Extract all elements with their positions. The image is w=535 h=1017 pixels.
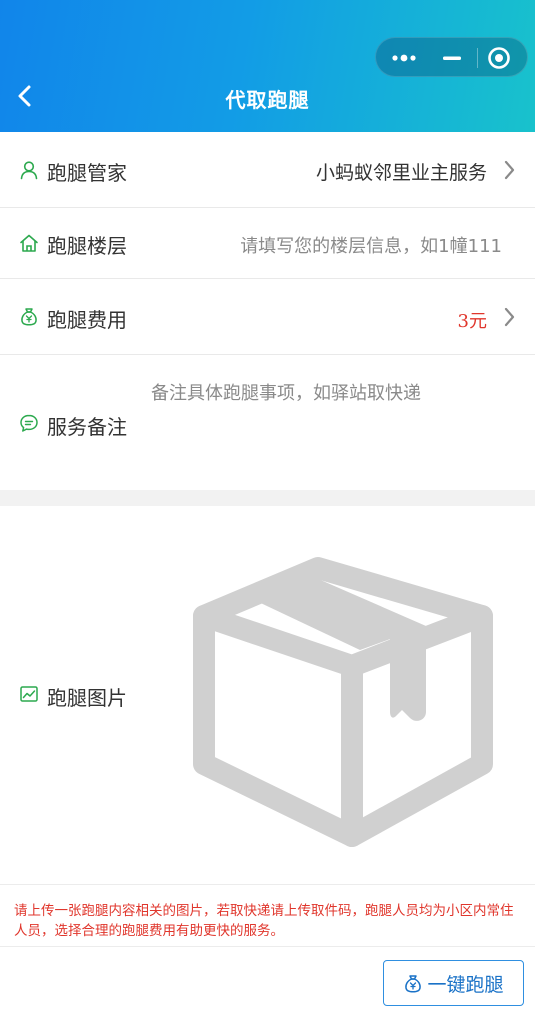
chat-bubble-icon bbox=[20, 414, 38, 432]
capsule-divider bbox=[477, 48, 478, 68]
money-bag-icon bbox=[21, 308, 37, 326]
home-icon bbox=[20, 234, 38, 252]
remark-textarea-placeholder: 备注具体跑腿事项，如驿站取快递 bbox=[151, 383, 421, 404]
nav-header: 代取跑腿 bbox=[0, 0, 535, 132]
floor-input-placeholder: 请填写您的楼层信息，如1幢111 bbox=[240, 236, 502, 257]
target-icon[interactable] bbox=[487, 46, 511, 70]
manager-label: 跑腿管家 bbox=[47, 161, 127, 185]
person-icon bbox=[20, 161, 38, 180]
remark-label: 服务备注 bbox=[47, 415, 127, 439]
floor-input[interactable]: 请填写您的楼层信息，如1幢111 bbox=[180, 222, 508, 264]
fee-label: 跑腿费用 bbox=[47, 308, 127, 332]
photo-label: 跑腿图片 bbox=[47, 686, 127, 710]
fee-row[interactable]: 跑腿费用 3元 bbox=[0, 279, 535, 355]
section-divider bbox=[0, 490, 535, 506]
chevron-right-icon bbox=[504, 160, 515, 180]
floor-label: 跑腿楼层 bbox=[47, 234, 127, 258]
fee-value: 3元 bbox=[457, 311, 487, 332]
one-click-errand-button[interactable]: 一键跑腿 bbox=[383, 960, 524, 1006]
chevron-right-icon bbox=[504, 307, 515, 327]
chart-icon bbox=[20, 686, 38, 702]
page-title: 代取跑腿 bbox=[225, 88, 310, 112]
minimize-icon[interactable] bbox=[441, 49, 463, 67]
manager-value: 小蚂蚁邻里业主服务 bbox=[315, 162, 487, 184]
mini-program-capsule bbox=[375, 37, 528, 77]
more-dots-icon[interactable] bbox=[390, 49, 418, 67]
one-click-errand-label: 一键跑腿 bbox=[427, 973, 504, 996]
remark-textarea[interactable]: 备注具体跑腿事项，如驿站取快递 bbox=[140, 369, 520, 479]
floor-row: 跑腿楼层 请填写您的楼层信息，如1幢111 bbox=[0, 208, 535, 279]
upload-notice: 请上传一张跑腿内容相关的图片，若取快递请上传取件码，跑腿人员均为小区内常住人员，… bbox=[0, 884, 535, 946]
remark-row: 服务备注 备注具体跑腿事项，如驿站取快递 bbox=[0, 355, 535, 490]
package-box-icon[interactable] bbox=[190, 554, 496, 850]
manager-row[interactable]: 跑腿管家 小蚂蚁邻里业主服务 bbox=[0, 132, 535, 208]
money-bag-icon bbox=[405, 975, 422, 993]
